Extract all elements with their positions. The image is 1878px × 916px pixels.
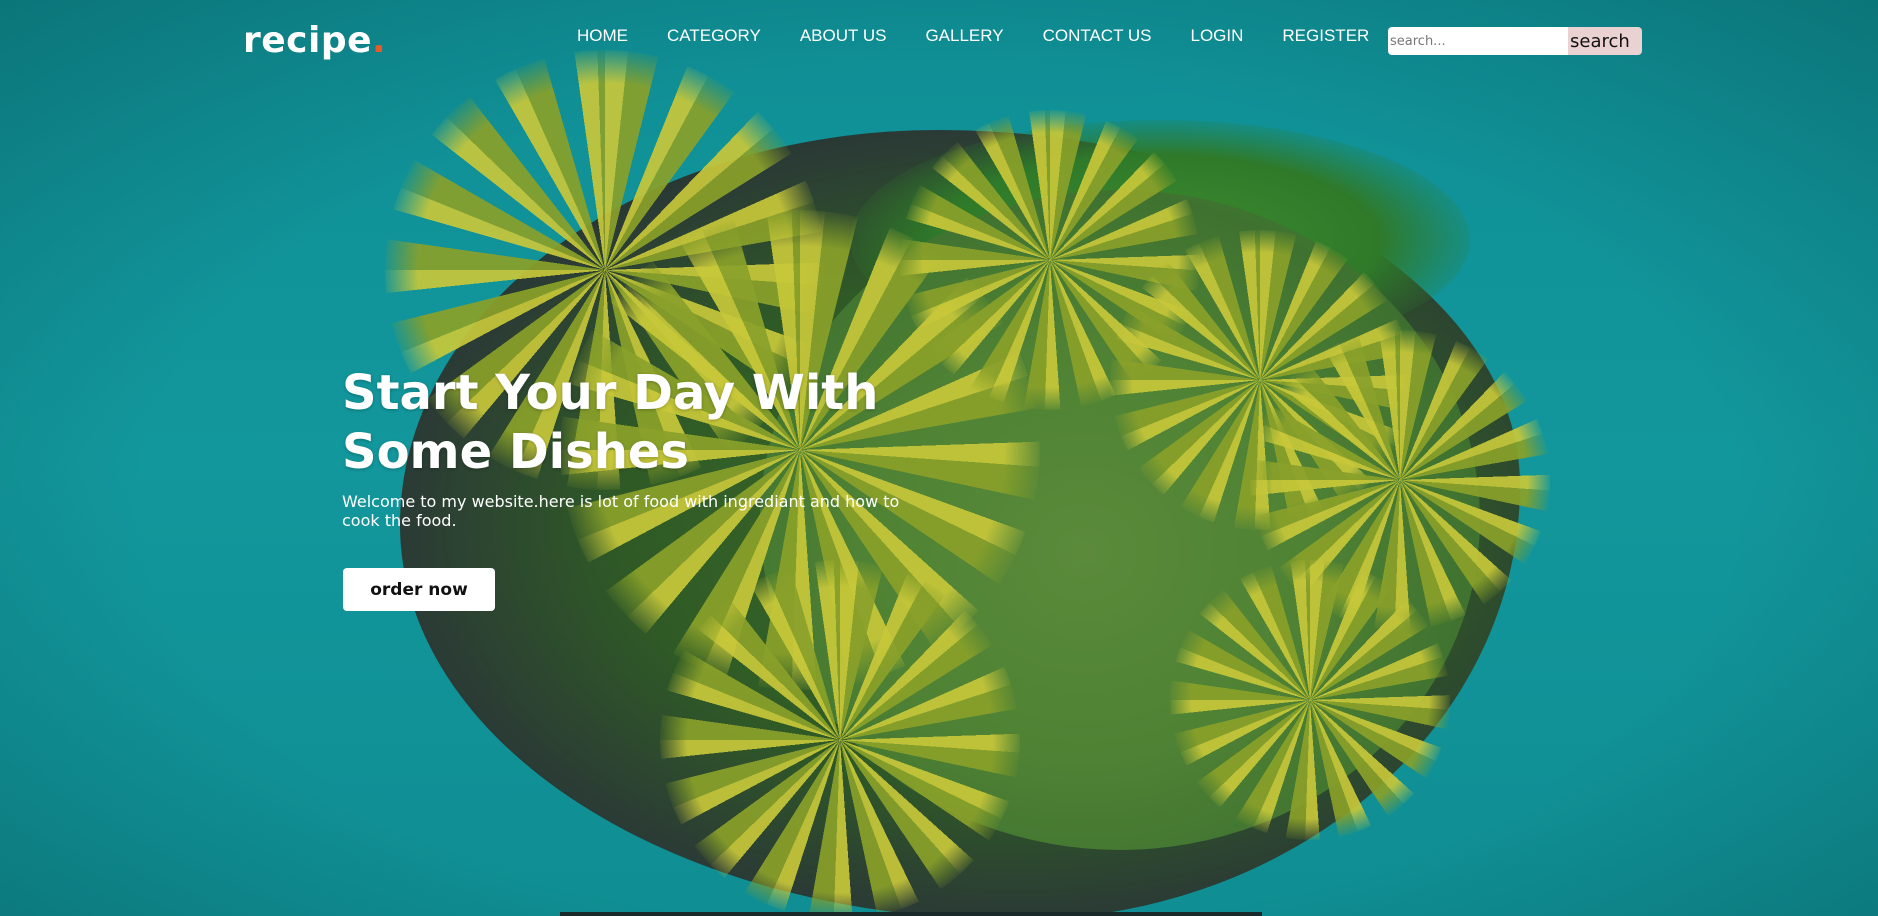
search-input[interactable] <box>1388 27 1568 55</box>
brand-logo[interactable]: recipe. <box>243 20 386 61</box>
nav-item-about-us[interactable]: ABOUT US <box>800 26 887 46</box>
nav-item-contact-us[interactable]: CONTACT US <box>1043 26 1152 46</box>
search-button[interactable]: search <box>1568 27 1642 55</box>
palm-tree <box>1170 560 1450 840</box>
bottom-bar <box>560 912 1262 916</box>
search-bar: search <box>1388 27 1642 55</box>
nav-item-register[interactable]: REGISTER <box>1282 26 1369 46</box>
brand-name: recipe <box>243 20 373 61</box>
main-nav: HOME CATEGORY ABOUT US GALLERY CONTACT U… <box>577 26 1408 46</box>
brand-dot: . <box>372 20 387 61</box>
hero-subtext: Welcome to my website.here is lot of foo… <box>342 492 900 530</box>
nav-item-home[interactable]: HOME <box>577 26 628 46</box>
palm-tree <box>660 560 1020 916</box>
order-now-button[interactable]: order now <box>343 568 495 611</box>
nav-item-gallery[interactable]: GALLERY <box>925 26 1003 46</box>
hero-headline: Start Your Day With Some Dishes <box>342 365 879 480</box>
nav-item-category[interactable]: CATEGORY <box>667 26 761 46</box>
nav-item-login[interactable]: LOGIN <box>1191 26 1244 46</box>
